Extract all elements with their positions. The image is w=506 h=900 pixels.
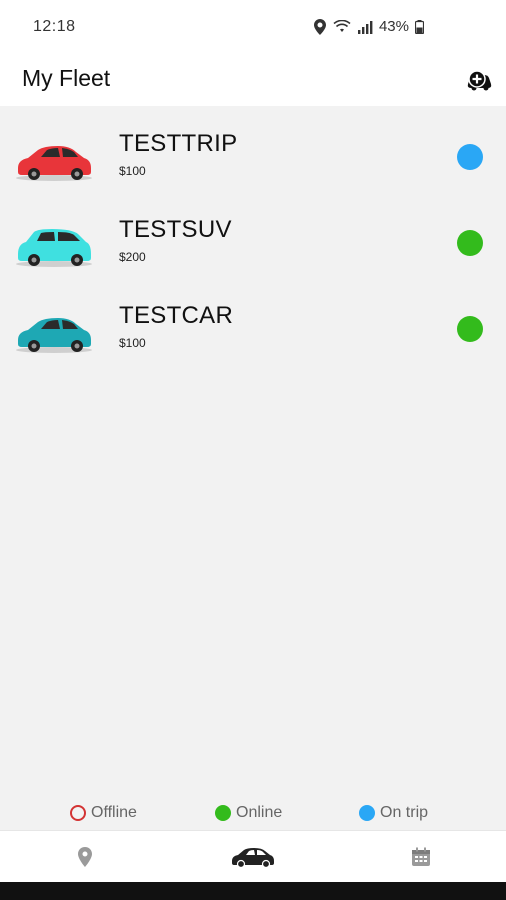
nav-calendar[interactable] <box>361 831 481 883</box>
system-navigation-bar <box>0 882 506 900</box>
legend-online-label: Online <box>236 804 283 821</box>
online-marker-icon <box>215 805 231 821</box>
car-icon <box>232 848 274 868</box>
status-legend: Offline Online On trip <box>0 800 506 828</box>
status-dot-on-trip <box>457 144 483 170</box>
calendar-icon <box>412 847 430 866</box>
car-image <box>16 318 92 353</box>
vehicle-price: $100 <box>119 164 146 178</box>
status-icons: 43% <box>313 18 424 35</box>
car-image <box>16 229 92 267</box>
status-dot-online <box>457 230 483 256</box>
legend-on-trip: On trip <box>359 804 428 822</box>
legend-offline-label: Offline <box>91 804 137 821</box>
on-trip-marker-icon <box>359 805 375 821</box>
location-pin-icon <box>78 847 92 867</box>
battery-percent: 43% <box>378 18 409 35</box>
legend-on-trip-label: On trip <box>380 804 429 821</box>
nav-fleet[interactable] <box>193 831 313 883</box>
page-title: My Fleet <box>22 65 111 91</box>
vehicle-row-testtrip[interactable]: TESTTRIP $100 <box>0 130 506 214</box>
add-car-button[interactable] <box>462 62 496 96</box>
battery-icon <box>415 19 424 34</box>
nav-map[interactable] <box>25 831 145 883</box>
vehicle-name: TESTSUV <box>119 216 232 243</box>
vehicle-name: TESTCAR <box>119 302 234 329</box>
status-time: 12:18 <box>33 18 76 35</box>
wifi-status-icon <box>333 19 351 32</box>
add-car-icon <box>467 70 492 91</box>
legend-online: Online <box>215 804 282 822</box>
vehicle-row-testsuv[interactable]: TESTSUV $200 <box>0 216 506 300</box>
status-bar: 12:18 43% <box>0 0 506 56</box>
signal-status-icon <box>357 20 373 34</box>
vehicle-price: $200 <box>119 250 146 264</box>
vehicle-name: TESTTRIP <box>119 130 238 157</box>
legend-offline: Offline <box>70 804 137 822</box>
bottom-nav <box>0 830 506 882</box>
offline-marker-icon <box>70 805 86 821</box>
location-status-icon <box>313 18 326 35</box>
vehicle-price: $100 <box>119 336 146 350</box>
car-image <box>16 146 92 181</box>
vehicle-row-testcar[interactable]: TESTCAR $100 <box>0 302 506 386</box>
status-dot-online <box>457 316 483 342</box>
app-header: My Fleet <box>0 56 506 106</box>
fleet-list: TESTTRIP $100 TESTSUV $200 TESTCAR $100 <box>0 106 506 830</box>
